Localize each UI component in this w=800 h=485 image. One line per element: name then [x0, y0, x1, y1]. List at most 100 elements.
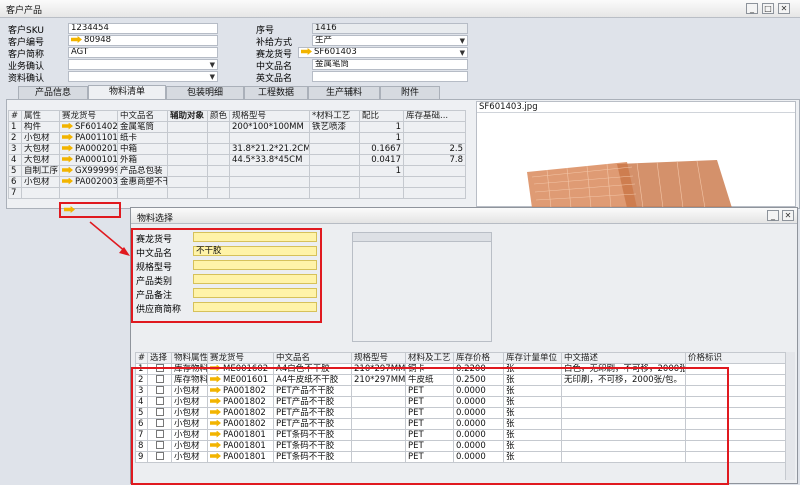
- bom-cell[interactable]: 4: [8, 154, 22, 166]
- dialog-minimize-button[interactable]: _: [767, 210, 779, 221]
- biz-confirm-select[interactable]: ▼: [68, 59, 218, 70]
- bom-cell[interactable]: [403, 132, 466, 144]
- link-arrow-icon[interactable]: [62, 133, 73, 141]
- bom-cell[interactable]: [207, 121, 230, 133]
- bom-cell[interactable]: PA002003: [59, 176, 118, 188]
- result-col-price-flag[interactable]: 价格标识: [685, 352, 786, 364]
- result-scrollbar[interactable]: [785, 352, 795, 480]
- en-name-field[interactable]: [312, 71, 468, 82]
- doc-confirm-select[interactable]: ▼: [68, 71, 218, 82]
- bom-cell[interactable]: [167, 154, 208, 166]
- bom-cell[interactable]: [117, 187, 168, 199]
- bom-row[interactable]: 6 小包材 PA002003 金惠商塑不干: [8, 176, 466, 188]
- bom-cell[interactable]: [309, 143, 360, 155]
- bom-cell[interactable]: 构件: [21, 121, 60, 133]
- link-arrow-icon[interactable]: [62, 122, 73, 130]
- tab-production-aux[interactable]: 生产辅料: [308, 86, 380, 99]
- bom-cell[interactable]: [207, 165, 230, 177]
- bom-row[interactable]: 4 大包材 PA000101 外箱 44.5*33.8*45CM 0.0417 7.8: [8, 154, 466, 166]
- bom-cell[interactable]: [309, 165, 360, 177]
- tab-engineering[interactable]: 工程数据: [244, 86, 308, 99]
- result-col-attr[interactable]: 物料属性: [171, 352, 208, 364]
- customer-code-field[interactable]: 80948: [68, 35, 218, 46]
- bom-cell[interactable]: 0.1667: [359, 143, 404, 155]
- dialog-close-button[interactable]: ✕: [782, 210, 794, 221]
- bom-cell[interactable]: [309, 176, 360, 188]
- bom-cell[interactable]: 大包材: [21, 154, 60, 166]
- tab-bom[interactable]: 物料清单: [88, 85, 166, 99]
- bom-cell[interactable]: 3: [8, 143, 22, 155]
- bom-row[interactable]: 5 自制工序 GX999999 产品总包装 1: [8, 165, 466, 177]
- bom-row[interactable]: 3 大包材 PA000201 中箱 31.8*21.2*21.2CM 0.1667 2.5: [8, 143, 466, 155]
- bom-cell[interactable]: [309, 132, 360, 144]
- bom-cell[interactable]: PA000201: [59, 143, 118, 155]
- sailong-code-field[interactable]: SF601403 ▼: [298, 47, 468, 58]
- bom-cell[interactable]: [309, 154, 360, 166]
- bom-col-spec[interactable]: 规格型号: [229, 110, 310, 122]
- bom-cell[interactable]: [403, 121, 466, 133]
- bom-cell[interactable]: [359, 187, 404, 199]
- bom-cell[interactable]: 31.8*21.2*21.2CM: [229, 143, 310, 155]
- bom-cell[interactable]: 7.8: [403, 154, 466, 166]
- bom-col-color[interactable]: 颜色: [207, 110, 230, 122]
- bom-cell[interactable]: 44.5*33.8*45CM: [229, 154, 310, 166]
- bom-cell[interactable]: 金惠商塑不干: [117, 176, 168, 188]
- bom-cell[interactable]: [59, 187, 118, 199]
- bom-cell[interactable]: 6: [8, 176, 22, 188]
- bom-cell[interactable]: [207, 143, 230, 155]
- bom-cell[interactable]: 小包材: [21, 132, 60, 144]
- maximize-button[interactable]: □: [762, 3, 774, 14]
- bom-cell[interactable]: 5: [8, 165, 22, 177]
- bom-cell[interactable]: PA001101: [59, 132, 118, 144]
- bom-col-material[interactable]: *材料工艺: [309, 110, 360, 122]
- tab-packing[interactable]: 包装明细: [166, 86, 244, 99]
- bom-cell[interactable]: [167, 176, 208, 188]
- bom-col-stock[interactable]: 库存基础...: [403, 110, 466, 122]
- result-col-select[interactable]: 选择: [147, 352, 172, 364]
- bom-cell[interactable]: 纸卡: [117, 132, 168, 144]
- bom-cell[interactable]: [167, 132, 208, 144]
- result-col-cn-name[interactable]: 中文品名: [273, 352, 352, 364]
- bom-cell[interactable]: [309, 187, 360, 199]
- bom-cell[interactable]: 中箱: [117, 143, 168, 155]
- bom-cell[interactable]: [21, 187, 60, 199]
- bom-cell[interactable]: 1: [359, 165, 404, 177]
- bom-row[interactable]: 2 小包材 PA001101 纸卡 1: [8, 132, 466, 144]
- bom-cell[interactable]: 铁艺喷漆: [309, 121, 360, 133]
- bom-cell[interactable]: [403, 165, 466, 177]
- bom-cell[interactable]: [403, 176, 466, 188]
- supply-select[interactable]: 生产 ▼: [312, 35, 468, 46]
- link-arrow-icon[interactable]: [62, 144, 73, 152]
- bom-cell[interactable]: 1: [359, 132, 404, 144]
- result-col-spec[interactable]: 规格型号: [351, 352, 406, 364]
- bom-cell[interactable]: 0.0417: [359, 154, 404, 166]
- result-col-code[interactable]: 赛龙货号: [207, 352, 274, 364]
- bom-cell[interactable]: [207, 176, 230, 188]
- minimize-button[interactable]: _: [746, 3, 758, 14]
- bom-cell[interactable]: 大包材: [21, 143, 60, 155]
- bom-col-cn-name[interactable]: 中文品名: [117, 110, 168, 122]
- bom-cell[interactable]: 2: [8, 132, 22, 144]
- link-arrow-icon[interactable]: [62, 166, 73, 174]
- sku-field[interactable]: 1234454: [68, 23, 218, 34]
- bom-cell[interactable]: 7: [8, 187, 22, 199]
- bom-cell[interactable]: [207, 187, 230, 199]
- bom-cell[interactable]: [167, 143, 208, 155]
- bom-cell[interactable]: [403, 187, 466, 199]
- bom-cell[interactable]: 1: [8, 121, 22, 133]
- bom-cell[interactable]: 200*100*100MM: [229, 121, 310, 133]
- link-arrow-icon[interactable]: [62, 155, 73, 163]
- bom-cell[interactable]: 小包材: [21, 176, 60, 188]
- bom-cell[interactable]: GX999999: [59, 165, 118, 177]
- bom-cell[interactable]: [229, 176, 310, 188]
- bom-col-aux[interactable]: 辅助对象: [167, 110, 208, 122]
- bom-cell[interactable]: [207, 132, 230, 144]
- bom-row[interactable]: 7: [8, 187, 466, 199]
- link-arrow-icon[interactable]: [71, 36, 82, 43]
- bom-cell[interactable]: [229, 187, 310, 199]
- result-col-desc[interactable]: 中文描述: [561, 352, 686, 364]
- bom-cell[interactable]: PA000101: [59, 154, 118, 166]
- result-col-material[interactable]: 材料及工艺: [405, 352, 454, 364]
- bom-cell[interactable]: [207, 154, 230, 166]
- tab-product-info[interactable]: 产品信息: [18, 86, 88, 99]
